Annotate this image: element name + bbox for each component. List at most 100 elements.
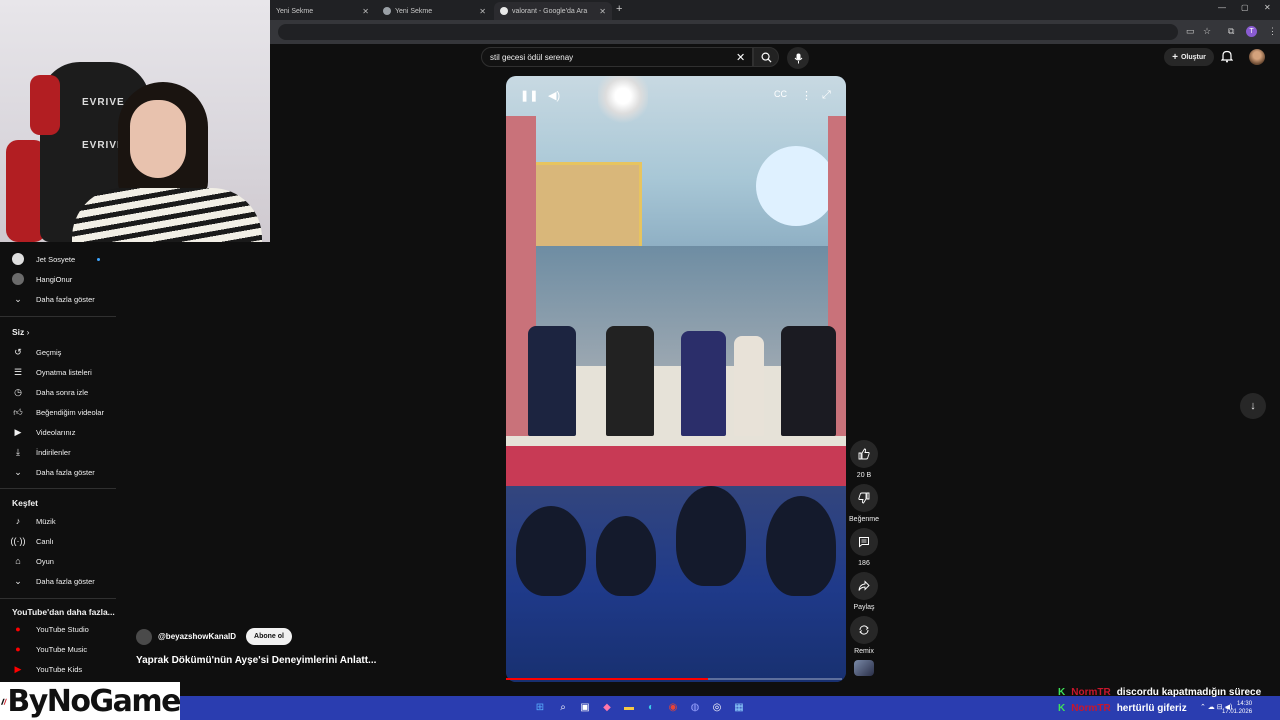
sidebar-item-label: Daha fazla göster <box>36 294 95 304</box>
pause-icon[interactable]: ❚❚ <box>520 89 538 102</box>
more-menu-icon[interactable]: ⋮ <box>1268 26 1277 37</box>
thumbs-down-icon <box>850 484 878 512</box>
maximize-icon[interactable]: ▢ <box>1241 3 1249 12</box>
search-icon[interactable]: ⌕ <box>556 700 570 714</box>
youtube-kids-icon: ▶ <box>14 663 22 674</box>
channel-name[interactable]: @beyazshowKanalD <box>158 632 236 641</box>
sidebar-item-downloads[interactable]: ⤓ İndirilenler <box>0 443 118 461</box>
chat-text: hertürlü giferiz <box>1116 703 1187 714</box>
kick-badge-icon: K <box>1058 687 1066 698</box>
voice-search-button[interactable] <box>787 47 809 69</box>
sidebar-item-label: Canlı <box>36 536 54 546</box>
browser-tab[interactable]: Yeni Sekme ✕ <box>377 2 492 20</box>
captions-icon[interactable]: CC <box>774 89 787 99</box>
channel-avatar[interactable] <box>136 628 152 645</box>
sidebar-item-history[interactable]: ↺ Geçmiş <box>0 343 118 361</box>
create-label: Oluştur <box>1180 53 1206 61</box>
show-more-button[interactable]: ⌄ Daha fazla göster <box>0 463 118 481</box>
app-icon[interactable]: ◎ <box>710 700 724 714</box>
comment-count: 186 <box>858 560 870 567</box>
sidebar-item-hangionur[interactable]: HangiOnur <box>0 270 118 288</box>
sidebar-item-your-videos[interactable]: ▶ Videolarınız <box>0 423 118 441</box>
taskbar-clock[interactable]: 14:30 17.01.2026 <box>1222 700 1252 716</box>
discord-icon[interactable]: ◍ <box>688 700 702 714</box>
sidebar-item-liked-videos[interactable]: 👍︎ Beğendiğim videolar <box>0 403 118 421</box>
more-from-youtube-heading: YouTube'dan daha fazla... <box>12 607 115 617</box>
youtube-music-icon: ● <box>15 644 21 654</box>
plus-icon: + <box>1172 51 1178 63</box>
subscribe-button[interactable]: Abone ol <box>246 628 292 645</box>
new-tab-icon[interactable]: + <box>616 3 622 15</box>
sidebar-item-label: Oyun <box>36 556 54 566</box>
video-frame <box>598 76 648 126</box>
video-frame <box>516 506 586 596</box>
video-frame <box>681 331 726 436</box>
share-icon <box>850 572 878 600</box>
clock-icon: ◷ <box>14 386 22 397</box>
task-view-icon[interactable]: ▣ <box>578 700 592 714</box>
remix-label: Remix <box>854 648 874 655</box>
sidebar: Jet Sosyete HangiOnur ⌄ Daha fazla göste… <box>0 242 118 682</box>
browser-tab[interactable]: Yeni Sekme ✕ <box>270 2 375 20</box>
close-tab-icon[interactable]: ✕ <box>479 7 486 16</box>
volume-icon[interactable]: ◀) <box>548 89 560 102</box>
close-tab-icon[interactable]: ✕ <box>599 7 606 16</box>
browser-tab-active[interactable]: valorant - Google'da Ara ✕ <box>494 2 612 20</box>
show-more-button[interactable]: ⌄ Daha fazla göster <box>0 572 118 590</box>
chat-username: NormTR <box>1071 687 1111 698</box>
sidebar-item-label: Daha fazla göster <box>36 576 95 586</box>
file-explorer-icon[interactable]: ▬ <box>622 700 636 714</box>
windows-start-icon[interactable]: ⊞ <box>533 700 547 714</box>
fullscreen-icon[interactable]: ⤢ <box>822 89 831 102</box>
share-button[interactable]: Paylaş <box>850 572 878 611</box>
show-more-button[interactable]: ⌄ Daha fazla göster <box>0 290 118 308</box>
account-avatar[interactable] <box>1249 49 1265 65</box>
search-input[interactable]: stil gecesi ödül serenay <box>481 47 753 67</box>
sidebar-item-gaming[interactable]: ⌂ Oyun <box>0 552 118 570</box>
webcam-overlay: EVRIVE EVRIVE <box>0 0 270 242</box>
sidebar-item-playlists[interactable]: ☰ Oynatma listeleri <box>0 363 118 381</box>
history-icon: ↺ <box>14 346 22 357</box>
video-icon: ▶ <box>14 426 22 437</box>
app-icon[interactable]: ◆ <box>600 700 614 714</box>
extensions-icon[interactable]: ⧉ <box>1228 26 1234 37</box>
chrome-icon[interactable]: ◉ <box>666 700 680 714</box>
sidebar-item-live[interactable]: ((·)) Canlı <box>0 532 118 550</box>
sidebar-item-label: YouTube Studio <box>36 624 89 634</box>
sidebar-item-youtube-kids[interactable]: ▶ YouTube Kids <box>0 660 118 678</box>
sidebar-item-youtube-music[interactable]: ● YouTube Music <box>0 640 118 658</box>
edge-icon[interactable]: ◐ <box>644 700 658 714</box>
more-options-icon[interactable]: ⋮ <box>801 89 812 102</box>
divider <box>0 598 116 599</box>
sidebar-item-watch-later[interactable]: ◷ Daha sonra izle <box>0 383 118 401</box>
address-bar[interactable] <box>278 24 1178 40</box>
app-icon[interactable]: ▦ <box>732 700 746 714</box>
shorts-video-player[interactable]: ❚❚ ◀) CC ⋮ ⤢ <box>506 76 846 682</box>
profile-icon[interactable]: T <box>1246 26 1257 37</box>
clear-search-icon[interactable]: ✕ <box>736 51 745 64</box>
cast-icon[interactable]: ▭ <box>1186 26 1195 37</box>
notifications-bell-icon[interactable] <box>1220 50 1234 68</box>
progress-bar-fill <box>506 678 708 680</box>
like-count: 20 B <box>856 472 872 479</box>
sidebar-item-youtube-studio[interactable]: ● YouTube Studio <box>0 620 118 638</box>
sidebar-item-label: YouTube Music <box>36 644 88 654</box>
sound-thumbnail[interactable] <box>854 660 874 676</box>
like-button[interactable]: 20 B <box>850 440 878 479</box>
video-frame <box>606 326 654 436</box>
next-short-button[interactable]: ↓ <box>1240 393 1266 419</box>
arrow-down-icon: ↓ <box>1250 400 1256 412</box>
search-button[interactable] <box>753 47 779 67</box>
close-window-icon[interactable]: ✕ <box>1264 3 1271 12</box>
create-button[interactable]: + Oluştur <box>1164 48 1214 66</box>
comments-button[interactable]: 186 <box>850 528 878 567</box>
remix-button[interactable]: Remix <box>850 616 878 655</box>
you-section-heading[interactable]: Siz › <box>12 327 30 337</box>
dislike-button[interactable]: Beğenme <box>849 484 879 523</box>
close-tab-icon[interactable]: ✕ <box>362 7 369 16</box>
short-title[interactable]: Yaprak Dökümü'nün Ayşe'si Deneyimlerini … <box>136 655 376 666</box>
minimize-icon[interactable]: — <box>1218 3 1226 12</box>
sidebar-item-jet-sosyete[interactable]: Jet Sosyete <box>0 250 118 268</box>
sidebar-item-music[interactable]: ♪ Müzik <box>0 512 118 530</box>
bookmark-star-icon[interactable]: ☆ <box>1203 26 1211 37</box>
